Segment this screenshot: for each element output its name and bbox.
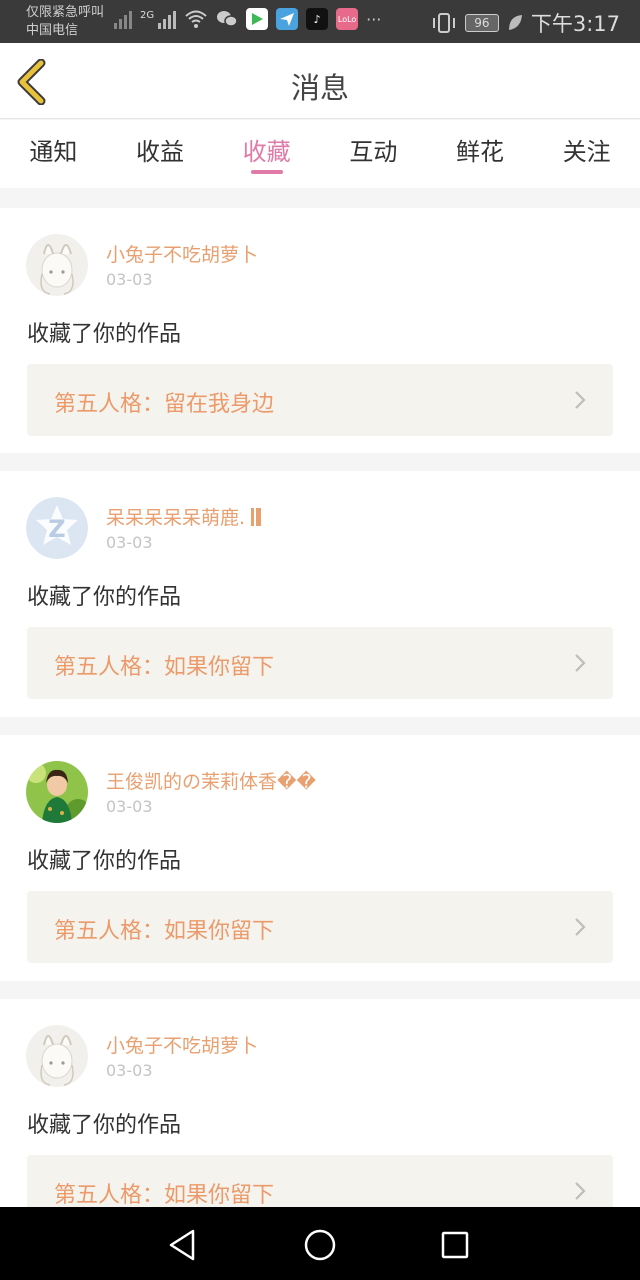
list-item: Z 呆呆呆呆呆萌鹿. 03-03 收藏了你的作品 第五人格：如果你留下 — [0, 471, 640, 717]
user-name[interactable]: 小兔子不吃胡萝卜 — [106, 240, 258, 267]
tab-earnings[interactable]: 收益 — [107, 120, 214, 188]
tiktok-icon: ♪ — [306, 8, 329, 30]
user-name[interactable]: 王俊凯的の茉莉体香�� — [106, 767, 316, 794]
tab-following[interactable]: 关注 — [533, 120, 640, 188]
user-badge — [251, 508, 255, 526]
rabbit-girl-avatar[interactable] — [26, 234, 88, 296]
user-name[interactable]: 小兔子不吃胡萝卜 — [106, 1031, 258, 1058]
work-title: 第五人格：留在我身边 — [54, 392, 275, 417]
rabbit-girl-avatar[interactable] — [26, 1025, 88, 1087]
chevron-right-icon — [575, 1182, 586, 1200]
user-name[interactable]: 呆呆呆呆呆萌鹿. — [106, 503, 262, 530]
action-text: 收藏了你的作品 — [27, 1113, 182, 1138]
play-icon — [246, 8, 269, 30]
status-icons: 2G ♪ LoLo ··· — [114, 8, 382, 30]
tab-notifications[interactable]: 通知 — [0, 120, 107, 188]
home-icon[interactable] — [300, 1225, 340, 1265]
action-text: 收藏了你的作品 — [27, 322, 182, 347]
work-link[interactable]: 第五人格：如果你留下 — [27, 627, 613, 699]
status-bar: 仅限紧急呼叫 中国电信 2G ♪ LoLo ··· 96 下午3:17 — [0, 0, 640, 43]
post-date: 03-03 — [106, 797, 153, 816]
work-title: 第五人格：如果你留下 — [54, 655, 275, 680]
list-item: 小兔子不吃胡萝卜 03-03 收藏了你的作品 第五人格：如果你留下 — [0, 999, 640, 1207]
mail-icon — [276, 8, 299, 30]
lofter-icon: LoLo — [336, 8, 359, 30]
battery-icon: 96 — [464, 14, 499, 32]
wifi-icon — [185, 10, 207, 28]
post-date: 03-03 — [106, 533, 153, 552]
wechat-icon — [217, 11, 238, 27]
status-right: 96 下午3:17 — [431, 8, 620, 38]
work-link[interactable]: 第五人格：留在我身边 — [27, 364, 613, 436]
leaf-icon — [508, 15, 522, 30]
more-notifications: ··· — [366, 9, 382, 29]
chevron-right-icon — [575, 391, 586, 409]
chevron-right-icon — [575, 918, 586, 936]
clock: 下午3:17 — [530, 12, 620, 36]
work-title: 第五人格：如果你留下 — [54, 1183, 275, 1207]
chevron-right-icon — [575, 654, 586, 672]
carrier-info: 仅限紧急呼叫 中国电信 — [26, 4, 104, 40]
tab-bar: 通知 收益 收藏 互动 鲜花 关注 — [0, 120, 640, 188]
svg-text:Z: Z — [48, 515, 65, 543]
tab-flowers[interactable]: 鲜花 — [427, 120, 534, 188]
list-item: 王俊凯的の茉莉体香�� 03-03 收藏了你的作品 第五人格：如果你留下 — [0, 735, 640, 981]
work-title: 第五人格：如果你留下 — [54, 919, 275, 944]
carrier-name: 中国电信 — [26, 23, 79, 38]
girl-photo-avatar[interactable] — [26, 761, 88, 823]
action-text: 收藏了你的作品 — [27, 585, 182, 610]
emergency-text: 仅限紧急呼叫 — [26, 5, 105, 20]
system-nav-bar — [0, 1207, 640, 1280]
recents-icon[interactable] — [435, 1225, 475, 1265]
user-name-text: 呆呆呆呆呆萌鹿. — [106, 507, 246, 529]
tab-favorites[interactable]: 收藏 — [213, 120, 320, 188]
work-link[interactable]: 第五人格：如果你留下 — [27, 1155, 613, 1207]
battery-level: 96 — [474, 16, 490, 30]
vibrate-icon — [432, 13, 455, 33]
post-date: 03-03 — [106, 1061, 153, 1080]
header: 消息 — [0, 43, 640, 119]
tab-interactions[interactable]: 互动 — [320, 120, 427, 188]
back-icon[interactable] — [163, 1225, 203, 1265]
list-item: 小兔子不吃胡萝卜 03-03 收藏了你的作品 第五人格：留在我身边 — [0, 208, 640, 453]
work-link[interactable]: 第五人格：如果你留下 — [27, 891, 613, 963]
network-type: 2G — [140, 9, 155, 21]
page-title: 消息 — [290, 71, 349, 105]
default-avatar[interactable]: Z — [26, 497, 88, 559]
action-text: 收藏了你的作品 — [27, 849, 182, 874]
signal-x-icon — [114, 9, 132, 29]
user-badge — [256, 508, 262, 526]
post-date: 03-03 — [106, 270, 153, 289]
signal-icon — [158, 9, 177, 29]
